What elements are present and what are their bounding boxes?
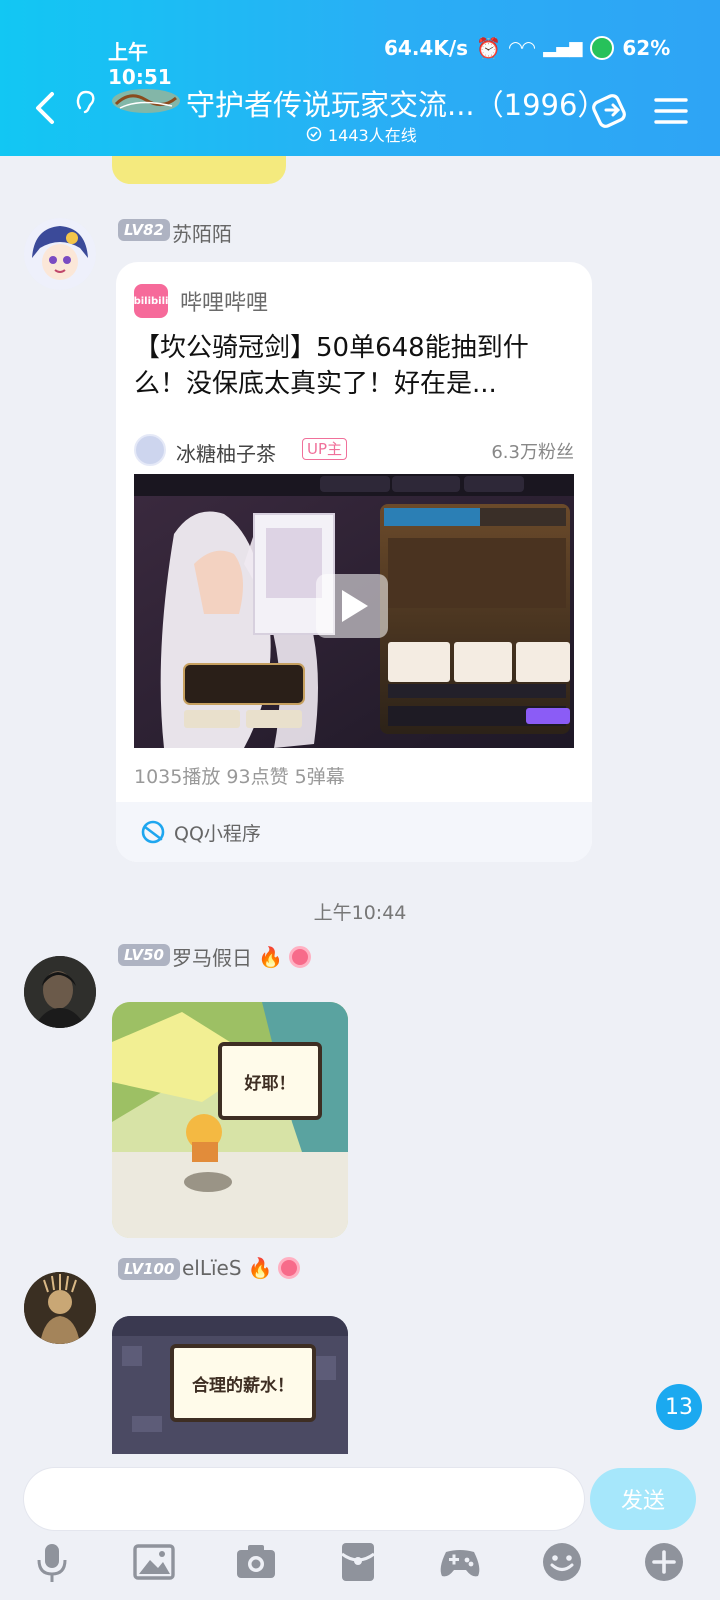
- card-title[interactable]: 【坎公骑冠剑】50单648能抽到什么！没保底太真实了！好在是...: [134, 330, 574, 402]
- wifi-icon: ◠◠: [508, 38, 536, 58]
- gamepad-icon[interactable]: [438, 1540, 482, 1584]
- game-screenshot-image: [134, 474, 574, 748]
- fans-count: 6.3万粉丝: [491, 442, 574, 463]
- unread-count-badge[interactable]: 13: [656, 1384, 702, 1430]
- level-badge: LV82: [118, 219, 170, 241]
- chat-header: 上午10:51 64.4K/s ⏰ ◠◠ ▂▄▆ 62% 守护者传说玩家交流..…: [0, 0, 720, 156]
- avatar[interactable]: [24, 218, 96, 290]
- message-timestamp: 上午10:44: [313, 902, 407, 924]
- microphone-icon[interactable]: [30, 1540, 74, 1584]
- sticker-speech-bubble: 合理的薪水！: [170, 1344, 316, 1422]
- fire-icon: 🔥: [258, 944, 283, 969]
- anime-avatar-icon: [24, 218, 96, 290]
- card-source-label: 哔哩哔哩: [180, 291, 269, 316]
- online-count-label: 1443人在线: [328, 126, 417, 145]
- sender-name-row: elLïeS 🔥: [182, 1256, 301, 1280]
- sticker-message[interactable]: 合理的薪水！: [112, 1316, 348, 1454]
- group-logo: [112, 89, 180, 113]
- red-packet-icon[interactable]: [336, 1540, 380, 1584]
- uploader-name: 冰糖柚子茶: [176, 442, 276, 466]
- shared-video-card[interactable]: bilibili 哔哩哔哩 【坎公骑冠剑】50单648能抽到什么！没保底太真实了…: [116, 262, 592, 862]
- battery-level: 62%: [622, 36, 671, 60]
- sender-name-row: 罗马假日 🔥: [172, 942, 311, 971]
- sender-name[interactable]: elLïeS: [182, 1256, 242, 1280]
- avatar[interactable]: [24, 1272, 96, 1344]
- bilibili-icon: bilibili: [134, 284, 168, 318]
- flower-icon: [278, 1257, 301, 1279]
- status-time: 上午10:51: [108, 40, 172, 89]
- group-title[interactable]: 守护者传说玩家交流...（1996）: [186, 82, 606, 124]
- message-input[interactable]: [24, 1468, 584, 1530]
- network-speed: 64.4K/s: [384, 36, 469, 60]
- back-icon[interactable]: [28, 88, 62, 128]
- uploader-row: 冰糖柚子茶 UP主 6.3万粉丝: [134, 434, 574, 468]
- plus-icon[interactable]: [642, 1540, 686, 1584]
- video-thumbnail[interactable]: [134, 474, 574, 748]
- image-icon[interactable]: [132, 1540, 176, 1584]
- alarm-icon: ⏰: [476, 36, 501, 60]
- send-button[interactable]: 发送: [590, 1468, 696, 1530]
- battery-icon: [590, 36, 615, 60]
- check-circle-icon: [306, 126, 322, 142]
- fire-icon: 🔥: [247, 1256, 273, 1280]
- level-badge: LV100: [118, 1258, 181, 1280]
- uploader-avatar: [134, 434, 166, 466]
- emoji-icon[interactable]: [540, 1540, 584, 1584]
- level-badge: LV50: [118, 944, 170, 966]
- sticker-speech-bubble: 好耶！: [218, 1042, 322, 1120]
- sender-name[interactable]: 罗马假日: [172, 942, 252, 971]
- sender-name[interactable]: 苏陌陌: [172, 218, 232, 247]
- portrait-avatar-icon: [24, 956, 96, 1028]
- uploader-tag: UP主: [302, 438, 348, 460]
- group-app-icon[interactable]: [588, 88, 634, 134]
- camera-icon[interactable]: [234, 1540, 278, 1584]
- statue-avatar-icon: [24, 1272, 96, 1344]
- signal-icon: ▂▄▆: [543, 38, 583, 58]
- avatar[interactable]: [24, 956, 96, 1028]
- pixel-sticker-image: [112, 1002, 348, 1238]
- online-count: 1443人在线: [306, 122, 417, 146]
- flower-icon: [288, 945, 311, 968]
- previous-sticker-fragment[interactable]: [112, 156, 286, 184]
- ear-icon[interactable]: [70, 86, 102, 118]
- card-footer[interactable]: QQ小程序: [116, 802, 592, 862]
- mini-program-icon: [141, 820, 165, 844]
- video-stats: 1035播放 93点赞 5弹幕: [134, 766, 345, 788]
- mini-program-label: QQ小程序: [174, 822, 261, 845]
- menu-icon[interactable]: [648, 88, 694, 134]
- card-source: bilibili 哔哩哔哩: [134, 284, 268, 318]
- sticker-message[interactable]: 好耶！: [112, 1002, 348, 1238]
